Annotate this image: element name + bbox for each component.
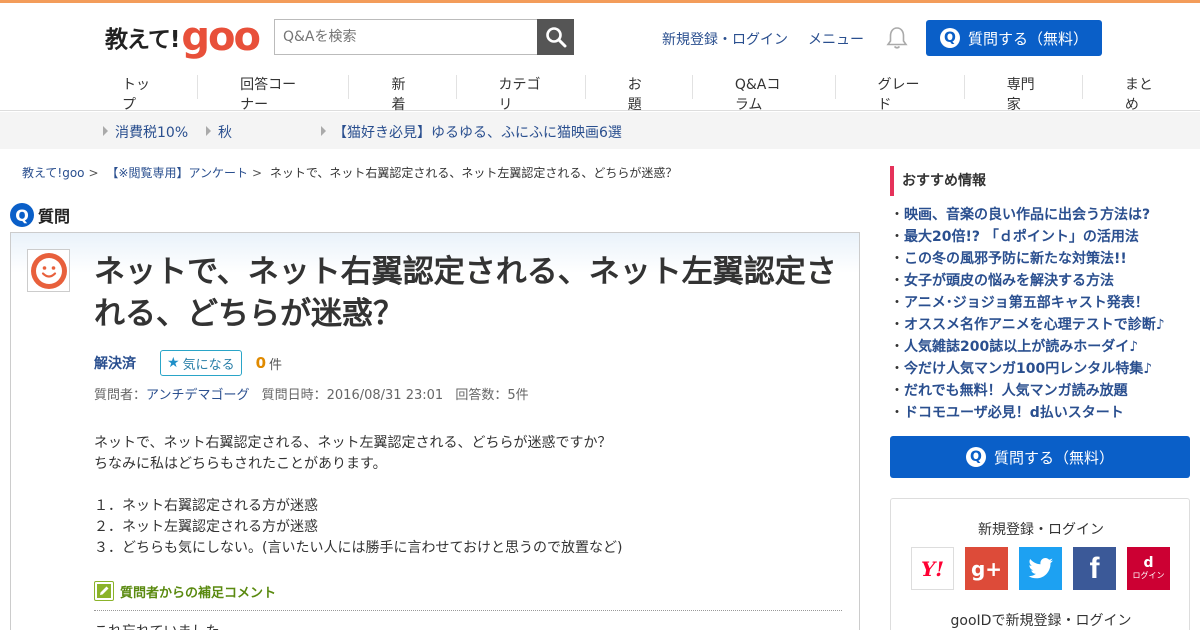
star-icon: ★	[167, 355, 180, 371]
divider	[94, 610, 842, 611]
nav-item-expert[interactable]: 専門家	[965, 75, 1083, 113]
kininaru-count: 0	[255, 354, 267, 372]
nav-item-odai[interactable]: お題	[586, 75, 693, 113]
recommend-item[interactable]: 今だけ人気マンガ100円レンタル特集♪	[890, 358, 1190, 380]
breadcrumb-category[interactable]: 【※閲覧専用】アンケート	[106, 166, 248, 180]
site-logo[interactable]: 教えて! goo	[105, 14, 261, 60]
trend-item[interactable]: 消費税10%	[102, 122, 188, 142]
breadcrumb-separator: >	[88, 166, 99, 180]
menu-link[interactable]: メニュー	[808, 29, 864, 49]
nav-item-category[interactable]: カテゴリ	[457, 75, 586, 113]
facebook-login-button[interactable]: f	[1073, 547, 1116, 590]
recommend-item[interactable]: 女子が頭皮の悩みを解決する方法	[890, 270, 1190, 292]
docomo-d-icon: d	[1143, 554, 1154, 571]
docomo-login-label: ログイン	[1132, 570, 1165, 580]
facebook-icon: f	[1089, 551, 1100, 585]
question-section-label: Q 質問	[10, 203, 70, 227]
google-plus-icon: g+	[970, 556, 1003, 581]
asker-label: 質問者：	[94, 388, 147, 403]
site-header: 教えて! goo 新規登録・ログイン メニュー Q 質問する（無料） トップ 回…	[0, 3, 1200, 113]
nav-item-new[interactable]: 新着	[349, 75, 457, 113]
logo-text: 教えて!	[105, 27, 180, 53]
question-meta: 質問者：アンチデマゴーグ 質問日時：2016/08/31 23:01 回答数：5…	[94, 384, 529, 403]
recommend-item[interactable]: ドコモユーザ必見！d払いスタート	[890, 402, 1190, 424]
twitter-icon	[1028, 557, 1053, 578]
supplement-header: 質問者からの補足コメント	[94, 581, 276, 601]
question-body: ネットで、ネット右翼認定される、ネット左翼認定される、どちらが迷惑ですか？ ちな…	[94, 435, 623, 556]
nav-item-answer-corner[interactable]: 回答コーナー	[198, 75, 350, 113]
yahoo-login-button[interactable]: Y!	[911, 547, 954, 590]
login-link[interactable]: 新規登録・ログイン	[662, 29, 788, 49]
main-nav: トップ 回答コーナー 新着 カテゴリ お題 Q&Aコラム グレード 専門家 まと…	[100, 67, 1200, 113]
recommend-item[interactable]: この冬の風邪予防に新たな対策法!!	[890, 248, 1190, 270]
supplement-label: 質問者からの補足コメント	[120, 585, 277, 601]
trend-item[interactable]: 秋	[206, 122, 232, 142]
recommend-list: 映画、音楽の良い作品に出会う方法は? 最大20倍!? 「ｄポイント」の活用法 こ…	[890, 204, 1190, 424]
question-card: ネットで、ネット右翼認定される、ネット左翼認定される、どちらが迷惑？ 解決済 ★…	[10, 232, 860, 630]
solved-badge: 解決済	[94, 356, 136, 372]
ask-button-label: 質問する（無料）	[967, 29, 1088, 48]
nav-item-matome[interactable]: まとめ	[1083, 75, 1200, 113]
status-row: 解決済 ★ 気になる 0 件	[94, 350, 282, 376]
kininaru-unit: 件	[269, 357, 283, 373]
trend-item[interactable]: 【猫好き必見】ゆるゆる、ふにふに猫映画6選	[321, 122, 622, 142]
docomo-login-button[interactable]: d ログイン	[1127, 547, 1170, 590]
kininaru-label: 気になる	[182, 357, 235, 373]
recommend-item[interactable]: 人気雑誌200誌以上が読みホーダイ♪	[890, 336, 1190, 358]
question-label: 質問	[38, 207, 71, 226]
goo-id-login-link[interactable]: gooIDで新規登録・ログイン	[891, 610, 1191, 630]
question-title: ネットで、ネット右翼認定される、ネット左翼認定される、どちらが迷惑？	[94, 254, 837, 332]
recommend-item[interactable]: 最大20倍!? 「ｄポイント」の活用法	[890, 226, 1190, 248]
answer-count: 回答数：5件	[455, 388, 529, 403]
search-button[interactable]	[537, 19, 574, 55]
recommend-item[interactable]: だれでも無料！人気マンガ読み放題	[890, 380, 1190, 402]
breadcrumb-current: ネットで、ネット右翼認定される、ネット左翼認定される、どちらが迷惑？	[269, 166, 678, 180]
twitter-login-button[interactable]	[1019, 547, 1062, 590]
recommend-item[interactable]: 映画、音楽の良い作品に出会う方法は?	[890, 204, 1190, 226]
login-box: 新規登録・ログイン Y! g+ f d ログイン gooIDで新規登録・ログイン	[890, 498, 1190, 630]
avatar[interactable]	[27, 249, 70, 292]
q-icon: Q	[939, 28, 960, 48]
q-circle-icon: Q	[10, 203, 34, 227]
yahoo-icon: Y!	[920, 556, 945, 581]
breadcrumb-home[interactable]: 教えて!goo	[22, 166, 85, 180]
supplement-text: これ忘れていました	[94, 621, 220, 630]
recommend-item[interactable]: アニメ･ジョジョ第五部キャスト発表！	[890, 292, 1190, 314]
nav-item-grade[interactable]: グレード	[836, 75, 965, 113]
sidebar-ask-button[interactable]: Q 質問する（無料）	[890, 436, 1190, 478]
kininaru-button[interactable]: ★ 気になる	[160, 350, 242, 376]
asker-link[interactable]: アンチデマゴーグ	[146, 388, 249, 403]
sidebar-ask-label: 質問する（無料）	[993, 448, 1114, 467]
google-plus-login-button[interactable]: g+	[965, 547, 1008, 590]
question-date: 質問日時：2016/08/31 23:01	[261, 388, 444, 403]
recommend-item[interactable]: オススメ名作アニメを心理テストで診断♪	[890, 314, 1190, 336]
smiley-avatar-icon	[30, 252, 67, 289]
nav-item-top[interactable]: トップ	[100, 75, 199, 113]
recommend-title: おすすめ情報	[890, 166, 986, 196]
bell-icon[interactable]	[886, 26, 908, 50]
breadcrumb-separator: >	[251, 166, 263, 180]
ask-question-button[interactable]: Q 質問する（無料）	[926, 20, 1102, 56]
logo-brand: goo	[181, 14, 261, 60]
breadcrumb: 教えて!goo > 【※閲覧専用】アンケート > ネットで、ネット右翼認定される、ネ…	[22, 164, 677, 181]
pencil-icon	[94, 581, 114, 601]
q-icon: Q	[965, 447, 986, 467]
trending-bar: 消費税10% 秋 【猫好き必見】ゆるゆる、ふにふに猫映画6選	[0, 112, 1200, 149]
sns-login-buttons: Y! g+ f d ログイン	[911, 547, 1181, 590]
login-box-title: 新規登録・ログイン	[978, 522, 1104, 538]
nav-item-column[interactable]: Q&Aコラム	[693, 75, 836, 113]
search-input[interactable]	[274, 19, 538, 55]
search-icon	[545, 27, 566, 48]
